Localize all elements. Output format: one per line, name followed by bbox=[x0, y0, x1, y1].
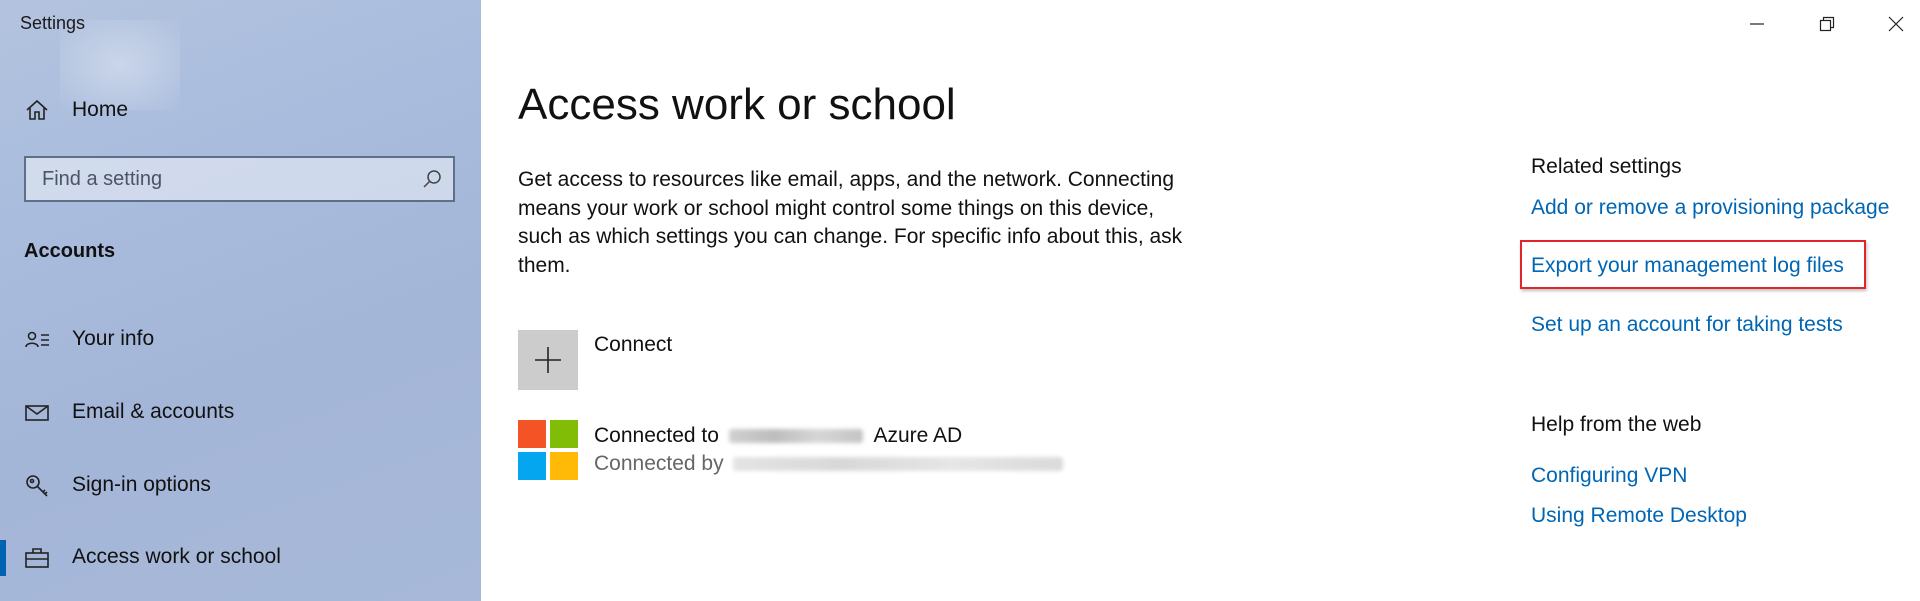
close-icon bbox=[1888, 16, 1904, 32]
help-from-web-heading: Help from the web bbox=[1531, 413, 1702, 436]
connected-to-label: Connected to bbox=[594, 424, 719, 447]
sidebar-item-sign-in-options[interactable]: Sign-in options bbox=[0, 458, 481, 514]
restore-icon bbox=[1819, 16, 1835, 32]
link-set-up-test-account[interactable]: Set up an account for taking tests bbox=[1531, 313, 1843, 337]
sidebar-item-home[interactable]: Home bbox=[0, 88, 481, 132]
sidebar-item-label: Home bbox=[72, 98, 129, 121]
search-icon[interactable] bbox=[421, 168, 443, 190]
link-configuring-vpn[interactable]: Configuring VPN bbox=[1531, 464, 1687, 488]
sidebar-item-label: Sign-in options bbox=[72, 473, 211, 496]
page-description: Get access to resources like email, apps… bbox=[518, 168, 1183, 277]
link-using-remote-desktop[interactable]: Using Remote Desktop bbox=[1531, 504, 1747, 528]
page-title: Access work or school bbox=[518, 80, 956, 129]
sidebar-item-your-info[interactable]: Your info bbox=[0, 312, 481, 368]
sidebar-item-label: Access work or school bbox=[72, 545, 281, 568]
minimize-icon bbox=[1750, 23, 1764, 25]
close-button[interactable] bbox=[1861, 0, 1920, 48]
link-add-remove-provisioning-package[interactable]: Add or remove a provisioning package bbox=[1531, 196, 1889, 220]
microsoft-logo-icon bbox=[518, 420, 578, 480]
mail-icon bbox=[24, 400, 50, 426]
section-heading-accounts: Accounts bbox=[24, 240, 116, 262]
sidebar-item-label: Your info bbox=[72, 327, 155, 350]
search-box bbox=[24, 156, 455, 202]
plus-icon bbox=[535, 347, 561, 373]
link-export-management-log-files[interactable]: Export your management log files bbox=[1531, 254, 1844, 278]
connect-button[interactable] bbox=[518, 330, 578, 390]
sidebar: Settings Home Accounts Your info bbox=[0, 0, 481, 601]
search-input[interactable] bbox=[26, 158, 422, 200]
key-icon bbox=[24, 473, 50, 499]
app-title: Settings bbox=[20, 13, 86, 33]
connected-account-line[interactable]: Connected to Azure AD bbox=[594, 424, 962, 448]
sidebar-item-email-accounts[interactable]: Email & accounts bbox=[0, 385, 481, 441]
minimize-button[interactable] bbox=[1722, 0, 1792, 48]
home-icon bbox=[24, 97, 50, 123]
sidebar-item-access-work-or-school[interactable]: Access work or school bbox=[0, 530, 481, 586]
azure-ad-label: Azure AD bbox=[873, 424, 963, 447]
redacted-email bbox=[733, 457, 1064, 472]
connected-by-line: Connected by bbox=[594, 452, 1064, 476]
briefcase-icon bbox=[24, 545, 50, 571]
related-settings-heading: Related settings bbox=[1531, 155, 1682, 178]
sidebar-item-label: Email & accounts bbox=[72, 400, 235, 423]
person-card-icon bbox=[24, 327, 50, 353]
connect-label[interactable]: Connect bbox=[594, 333, 672, 357]
restore-button[interactable] bbox=[1792, 0, 1862, 48]
redacted-organization bbox=[728, 429, 863, 444]
connected-by-label: Connected by bbox=[594, 452, 724, 475]
